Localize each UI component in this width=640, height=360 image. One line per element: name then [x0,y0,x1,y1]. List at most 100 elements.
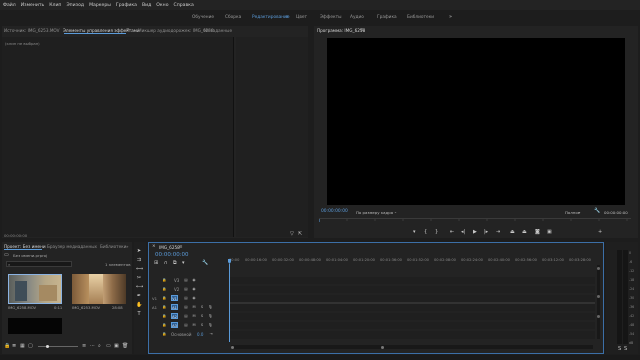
mark-in-icon[interactable]: { [424,229,427,235]
nest-toggle-icon[interactable]: ⊞ [154,260,158,266]
workspace-editing-menu-icon[interactable]: ≡ [285,15,289,20]
clip-thumbnail-img-6258[interactable] [8,274,62,304]
menu-sequence[interactable]: Эпизод [66,3,84,8]
comparison-view-icon[interactable]: ▣ [547,229,552,235]
solo-icon[interactable]: S [200,305,204,309]
play-icon[interactable]: ▶ [473,229,477,235]
button-editor-plus-icon[interactable]: + [598,229,602,235]
vertical-scroll-handle-top[interactable] [597,267,600,270]
solo-icon[interactable]: S [200,323,204,327]
workspace-editing[interactable]: Редактирование [252,15,290,20]
vertical-scroll-handle-bottom[interactable] [597,315,600,318]
master-volume-value[interactable]: 0.0 [197,332,203,337]
toggle-output-eye-icon[interactable]: ◉ [192,296,196,300]
lock-track-icon[interactable]: 🔒 [162,296,166,300]
menu-view[interactable]: Вид [142,3,151,8]
project-tabs-overflow-icon[interactable]: » [126,244,129,249]
find-icon[interactable]: ⌕ [98,343,101,349]
toggle-output-eye-icon[interactable]: ◉ [192,278,196,282]
workspace-learning[interactable]: Обучение [192,15,214,20]
menu-edit[interactable]: Изменить [21,3,45,8]
new-item-icon[interactable]: ▣ [114,343,119,349]
mute-icon[interactable]: M [192,323,196,327]
workspace-graphics[interactable]: Графика [377,15,397,20]
add-marker-timeline-icon[interactable]: ▾ [182,260,185,266]
lock-track-icon[interactable]: 🔒 [162,287,166,291]
lift-icon[interactable]: ⏏ [510,229,515,235]
tab-audio-mixer[interactable]: Микшер аудиодорожек: IMG_6258 [138,28,214,33]
sync-lock-icon[interactable]: ▤ [184,314,188,318]
lock-icon[interactable]: 🔒 [4,343,10,349]
timeline-vertical-scrollbar[interactable] [597,265,600,339]
ripple-edit-tool-icon[interactable]: ⟺ [136,266,143,272]
step-back-icon[interactable]: ◂| [461,229,465,235]
tab-media-browser[interactable]: Браузер медиаданных [47,244,97,249]
menu-help[interactable]: Справка [174,3,194,8]
lock-track-icon[interactable]: 🔒 [162,314,166,318]
mute-icon[interactable]: M [192,314,196,318]
sync-lock-icon[interactable]: ▤ [184,296,188,300]
sort-icon[interactable]: ≡ [82,343,86,349]
solo-right-icon[interactable]: S [624,346,627,352]
zoom-slider-handle[interactable] [46,344,49,348]
workspace-audio[interactable]: Аудио [350,15,364,20]
mark-out-icon[interactable]: } [435,229,438,235]
linked-selection-icon[interactable]: ⧉ [173,260,177,266]
lock-track-icon[interactable]: 🔒 [162,332,166,336]
menu-clip[interactable]: Клип [49,3,61,8]
solo-icon[interactable]: S [200,314,204,318]
razor-tool-icon[interactable]: ✂ [136,275,142,281]
tab-metadata[interactable]: Метаданные [204,28,232,33]
new-bin-icon[interactable]: ▭ [106,343,111,349]
track-target-v1[interactable]: V1 [171,295,178,301]
program-monitor-title[interactable]: Программа: IMG_6258 [317,28,365,33]
timeline-close-icon[interactable]: × [152,244,156,249]
workspace-color[interactable]: Цвет [296,15,307,20]
tab-libraries[interactable]: Библиотеки [100,244,126,249]
go-to-in-icon[interactable]: ⇤ [450,229,454,235]
source-patch-a1[interactable]: A1 [152,305,157,310]
go-to-next-icon[interactable]: ⇥ [209,332,213,336]
voiceover-mic-icon[interactable]: 🎙 [208,305,213,309]
timeline-sequence-tab[interactable]: IMG_6258 [159,245,180,250]
program-video-frame[interactable] [327,38,625,205]
timeline-ruler[interactable]: 00:00 00:00:16:00 00:00:32:00 00:00:48:0… [229,256,597,266]
timeline-menu-icon[interactable]: ≡ [179,244,183,249]
track-target-a2[interactable]: A2 [171,313,178,319]
menu-file[interactable]: Файл [3,3,16,8]
icon-view-icon[interactable]: ▦ [20,343,25,349]
export-frame-icon[interactable]: ⇱ [298,231,302,237]
source-patch-v1[interactable]: V1 [152,296,157,301]
freeform-view-icon[interactable]: ▢ [28,343,33,349]
lock-track-icon[interactable]: 🔒 [162,323,166,327]
lock-track-icon[interactable]: 🔒 [162,278,166,282]
fit-dropdown-chevron-icon[interactable]: ⌄ [394,210,397,214]
project-search-input[interactable]: ⌕ [6,261,72,267]
workspace-libraries[interactable]: Библиотеки [407,15,434,20]
track-select-tool-icon[interactable]: ⇉ [136,257,142,263]
sync-lock-icon[interactable]: ▤ [184,287,188,291]
timeline-horizontal-scrollbar[interactable] [231,345,593,349]
track-target-a1[interactable]: A1 [171,304,178,310]
voiceover-mic-icon[interactable]: 🎙 [208,323,213,327]
lock-track-icon[interactable]: 🔒 [162,305,166,309]
track-target-a3[interactable]: A3 [171,322,178,328]
selection-tool-icon[interactable]: ➤ [136,248,142,254]
vertical-scroll-handle-mid[interactable] [597,295,600,298]
snap-icon[interactable]: ∩ [164,260,168,266]
sync-lock-icon[interactable]: ▤ [184,278,188,282]
program-mini-ruler[interactable] [319,218,631,223]
clip-thumbnail-empty[interactable] [8,318,62,334]
filter-icon[interactable]: ▽ [290,231,294,237]
track-lanes[interactable] [229,277,595,339]
camera-export-frame-icon[interactable]: ◙ [535,229,540,235]
menu-window[interactable]: Окно [156,3,168,8]
pen-tool-icon[interactable]: ✒ [136,293,142,299]
clear-icon[interactable]: 🗑 [122,343,128,349]
effect-controls-menu-icon[interactable]: ≡ [126,27,130,32]
extract-icon[interactable]: ⏏ [522,229,527,235]
toggle-output-eye-icon[interactable]: ◉ [192,287,196,291]
step-forward-icon[interactable]: |▸ [484,229,488,235]
add-marker-icon[interactable]: ▾ [413,229,416,235]
quality-dropdown-chevron-icon[interactable]: ⌄ [578,210,581,214]
